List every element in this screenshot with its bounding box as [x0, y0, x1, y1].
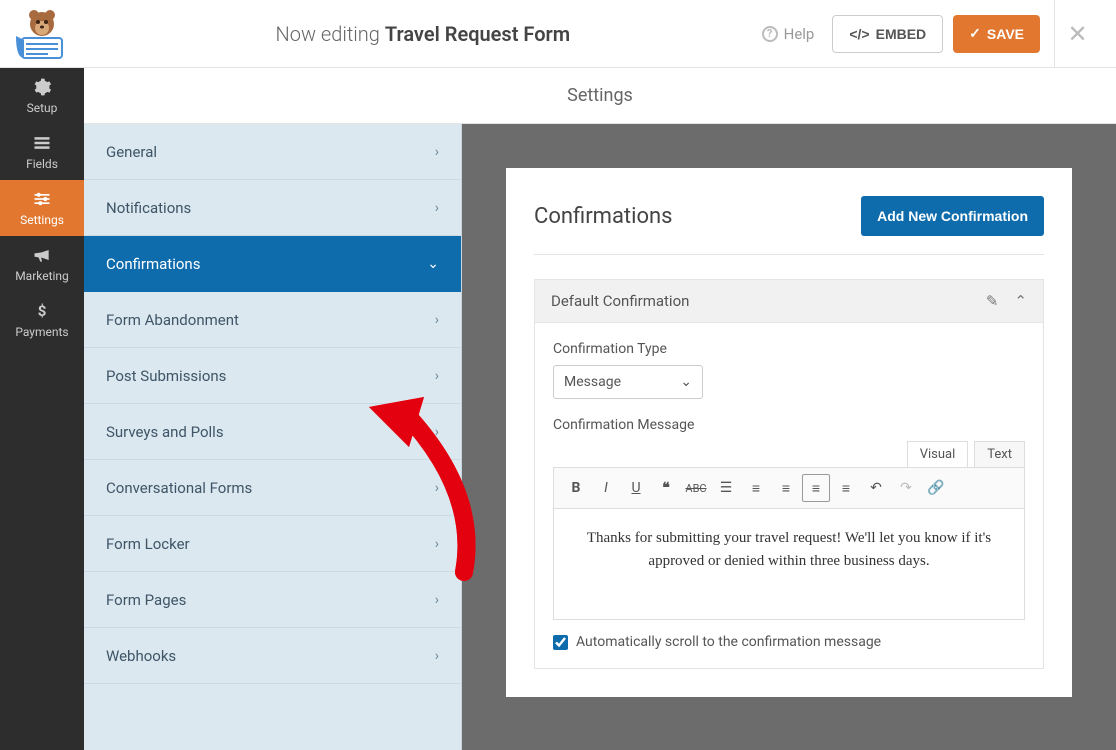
- align-center-button[interactable]: ≡: [802, 474, 830, 502]
- panel-title: Confirmations: [534, 204, 673, 229]
- submenu-form-abandonment[interactable]: Form Abandonment›: [84, 292, 461, 348]
- svg-text:$: $: [38, 302, 47, 320]
- bold-button[interactable]: B: [562, 474, 590, 502]
- align-left-button[interactable]: ≡: [772, 474, 800, 502]
- settings-submenu: General› Notifications› Confirmations⌄ F…: [84, 124, 462, 750]
- close-icon[interactable]: ✕: [1067, 20, 1087, 48]
- confirmation-type-select[interactable]: Message ⌄: [553, 365, 703, 399]
- app-logo: [0, 0, 84, 68]
- editor-tab-text[interactable]: Text: [974, 441, 1025, 467]
- align-right-button[interactable]: ≡: [832, 474, 860, 502]
- undo-button[interactable]: ↶: [862, 474, 890, 502]
- help-link[interactable]: ? Help: [762, 25, 815, 43]
- chevron-right-icon: ›: [435, 312, 439, 328]
- submenu-general[interactable]: General›: [84, 124, 461, 180]
- ul-button[interactable]: ☰: [712, 474, 740, 502]
- ol-button[interactable]: ≡: [742, 474, 770, 502]
- chevron-down-icon: ⌄: [427, 256, 439, 272]
- collapse-icon[interactable]: ⌃: [1014, 292, 1027, 310]
- section-header: Settings: [84, 68, 1116, 124]
- editor-content[interactable]: Thanks for submitting your travel reques…: [554, 509, 1024, 619]
- embed-button[interactable]: </> EMBED: [832, 15, 943, 53]
- submenu-form-pages[interactable]: Form Pages›: [84, 572, 461, 628]
- nav-settings[interactable]: Settings: [0, 180, 84, 236]
- underline-button[interactable]: U: [622, 474, 650, 502]
- sliders-icon: [32, 189, 52, 209]
- submenu-conversational[interactable]: Conversational Forms›: [84, 460, 461, 516]
- submenu-form-locker[interactable]: Form Locker›: [84, 516, 461, 572]
- redo-button[interactable]: ↷: [892, 474, 920, 502]
- submenu-post-submissions[interactable]: Post Submissions›: [84, 348, 461, 404]
- edit-icon[interactable]: ✎: [986, 292, 999, 310]
- chevron-right-icon: ›: [435, 592, 439, 608]
- chevron-right-icon: ›: [435, 144, 439, 160]
- nav-fields[interactable]: Fields: [0, 124, 84, 180]
- auto-scroll-row[interactable]: Automatically scroll to the confirmation…: [553, 634, 1025, 650]
- help-icon: ?: [762, 26, 778, 42]
- submenu-webhooks[interactable]: Webhooks›: [84, 628, 461, 684]
- submenu-notifications[interactable]: Notifications›: [84, 180, 461, 236]
- save-button[interactable]: ✓ SAVE: [953, 15, 1040, 53]
- chevron-down-icon: ⌄: [680, 374, 692, 390]
- code-icon: </>: [849, 26, 869, 42]
- quote-button[interactable]: ❝: [652, 474, 680, 502]
- submenu-confirmations[interactable]: Confirmations⌄: [84, 236, 461, 292]
- italic-button[interactable]: I: [592, 474, 620, 502]
- nav-payments[interactable]: $ Payments: [0, 292, 84, 348]
- nav-setup[interactable]: Setup: [0, 68, 84, 124]
- chevron-right-icon: ›: [435, 200, 439, 216]
- submenu-surveys-polls[interactable]: Surveys and Polls›: [84, 404, 461, 460]
- chevron-right-icon: ›: [435, 536, 439, 552]
- megaphone-icon: [32, 245, 52, 265]
- auto-scroll-checkbox[interactable]: [553, 635, 568, 650]
- gear-icon: [32, 77, 52, 97]
- chevron-right-icon: ›: [435, 368, 439, 384]
- editor-tab-visual[interactable]: Visual: [907, 441, 969, 467]
- confirmations-panel: Confirmations Add New Confirmation Defau…: [506, 168, 1072, 697]
- strike-button[interactable]: ABC: [682, 474, 710, 502]
- nav-marketing[interactable]: Marketing: [0, 236, 84, 292]
- confirmation-type-label: Confirmation Type: [553, 341, 1025, 357]
- chevron-right-icon: ›: [435, 648, 439, 664]
- left-nav: Setup Fields Settings Marketing $ Paymen…: [0, 68, 84, 750]
- list-icon: [32, 133, 52, 153]
- dollar-icon: $: [32, 301, 52, 321]
- confirmation-card-header: Default Confirmation ✎ ⌃: [535, 280, 1043, 323]
- link-button[interactable]: 🔗: [922, 474, 950, 502]
- confirmation-message-label: Confirmation Message: [553, 417, 1025, 433]
- chevron-right-icon: ›: [435, 480, 439, 496]
- editor-toolbar: B I U ❝ ABC ☰ ≡ ≡ ≡: [554, 468, 1024, 509]
- page-title: Now editing Travel Request Form: [84, 22, 762, 46]
- chevron-right-icon: ›: [435, 424, 439, 440]
- add-confirmation-button[interactable]: Add New Confirmation: [861, 196, 1044, 236]
- check-icon: ✓: [969, 25, 981, 42]
